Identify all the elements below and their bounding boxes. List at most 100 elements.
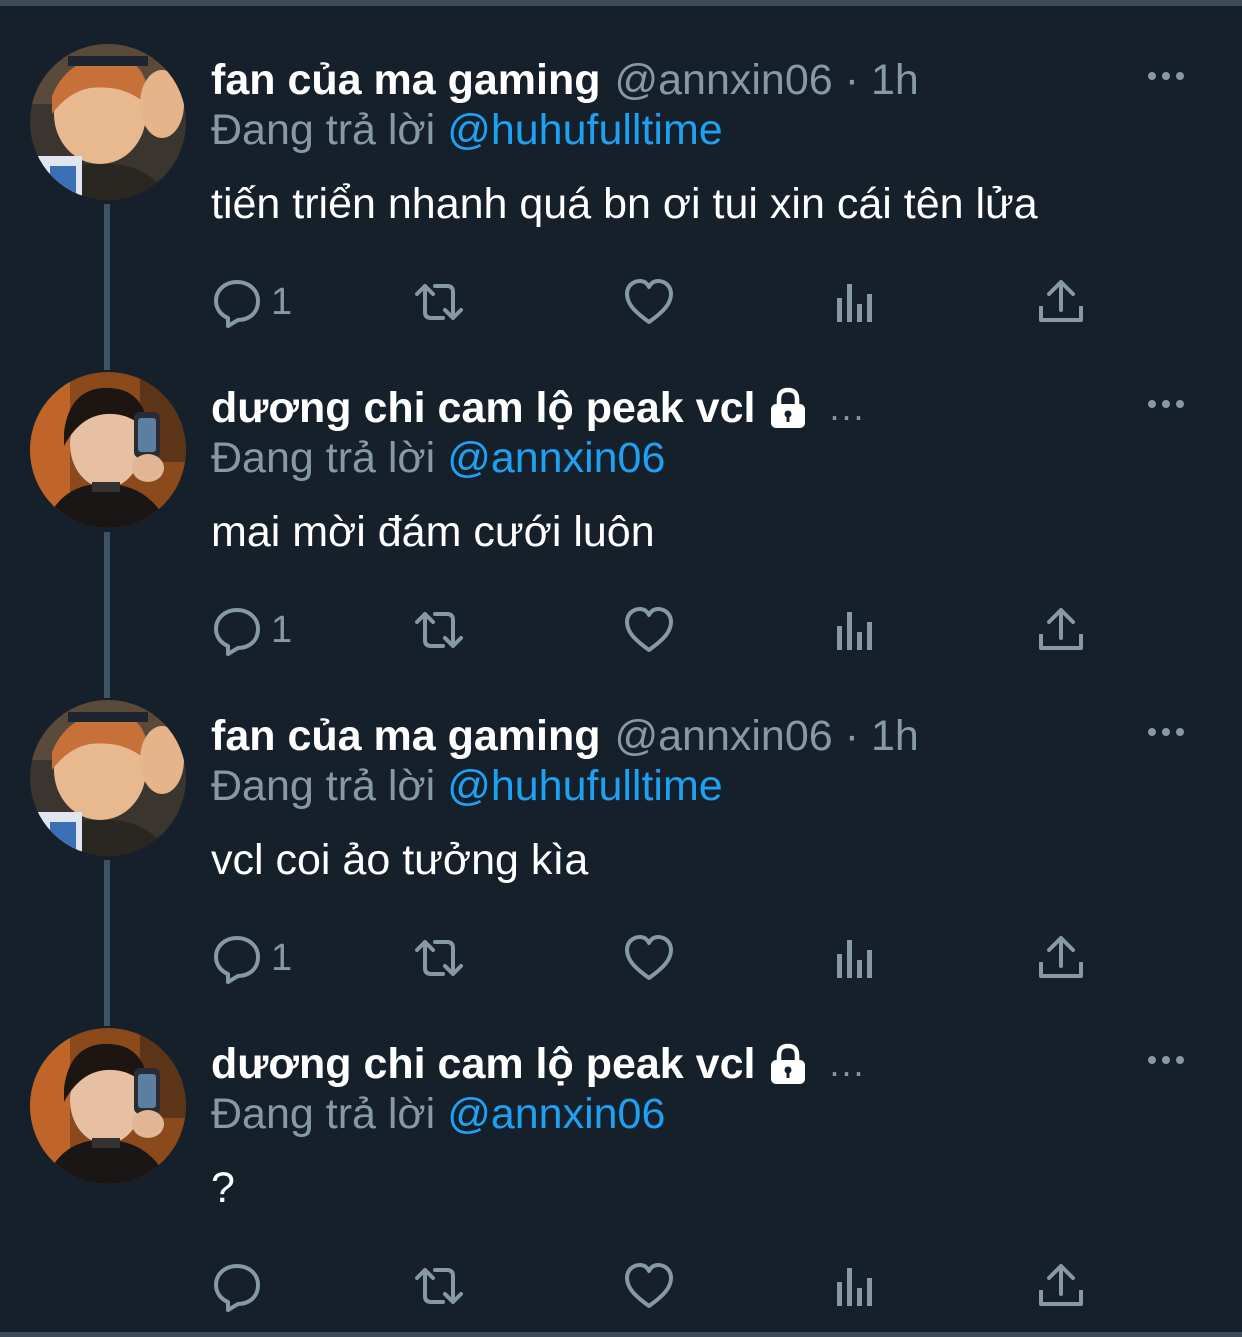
display-name[interactable]: dương chi cam lộ peak vcl [211, 384, 755, 433]
analytics-button[interactable] [829, 272, 881, 332]
like-button[interactable] [623, 928, 675, 988]
heart-icon [625, 1263, 673, 1308]
reply-button[interactable] [211, 1256, 271, 1316]
tweet[interactable]: fan của ma gaming @annxin06 · 1h Đang tr… [0, 662, 1242, 990]
retweet-button[interactable] [413, 272, 465, 332]
reply-icon [214, 608, 260, 656]
heart-icon [625, 935, 673, 980]
more-icon[interactable] [1146, 720, 1186, 744]
tweet-header: fan của ma gaming @annxin06 · 1h [211, 48, 919, 112]
analytics-button[interactable] [829, 600, 881, 660]
reply-button[interactable]: 1 [211, 272, 292, 332]
thread-connector-line [104, 990, 110, 1026]
share-icon [1039, 280, 1083, 322]
share-icon [1039, 1264, 1083, 1306]
tweet-header: dương chi cam lộ peak vcl ... [211, 1032, 865, 1096]
replying-to-label: Đang trả lời [211, 434, 436, 482]
tweet-text: vcl coi ảo tưởng kìa [211, 836, 589, 884]
timestamp[interactable]: 1h [871, 56, 919, 105]
tweet[interactable]: fan của ma gaming @annxin06 · 1h Đang tr… [0, 6, 1242, 334]
retweet-button[interactable] [413, 1256, 465, 1316]
retweet-icon [415, 1268, 463, 1304]
tweet-actions: 1 [211, 600, 1111, 660]
tweet-text: mai mời đám cưới luôn [211, 508, 655, 556]
truncated-header: ... [829, 1043, 866, 1084]
replying-to-link[interactable]: @annxin06 [447, 434, 665, 482]
tweet-header: dương chi cam lộ peak vcl ... [211, 376, 865, 440]
replying-to-link[interactable]: @huhufulltime [447, 762, 723, 810]
reply-count: 1 [271, 280, 293, 323]
replying-to-label: Đang trả lời [211, 762, 436, 810]
share-button[interactable] [1035, 272, 1087, 332]
tweet-actions: 1 [211, 928, 1111, 988]
retweet-icon [415, 940, 463, 976]
share-icon [1039, 608, 1083, 650]
more-icon[interactable] [1146, 1048, 1186, 1072]
analytics-icon [837, 940, 872, 978]
bottom-border [0, 1332, 1242, 1337]
avatar[interactable] [30, 1028, 186, 1184]
reply-count: 1 [271, 936, 293, 979]
avatar[interactable] [30, 372, 186, 528]
heart-icon [625, 607, 673, 652]
replying-to-label: Đang trả lời [211, 1090, 436, 1138]
analytics-icon [837, 612, 872, 650]
thread-connector-line [104, 334, 110, 370]
tweet-text: ? [211, 1164, 235, 1212]
more-icon[interactable] [1146, 64, 1186, 88]
reply-icon [214, 936, 260, 984]
timestamp[interactable]: 1h [871, 712, 919, 761]
reply-thread: fan của ma gaming @annxin06 · 1h Đang tr… [0, 6, 1242, 1319]
reply-icon [214, 1264, 260, 1312]
replying-to: Đang trả lời @annxin06 [211, 434, 665, 483]
share-button[interactable] [1035, 600, 1087, 660]
heart-icon [625, 279, 673, 324]
display-name[interactable]: dương chi cam lộ peak vcl [211, 1040, 755, 1089]
thread-connector-line [104, 532, 110, 662]
separator-dot: · [844, 711, 860, 760]
replying-to-label: Đang trả lời [211, 106, 436, 154]
reply-button[interactable]: 1 [211, 600, 292, 660]
lock-icon [765, 1041, 811, 1087]
tweet-actions: 1 [211, 272, 1111, 332]
more-icon[interactable] [1146, 392, 1186, 416]
tweet-header: fan của ma gaming @annxin06 · 1h [211, 704, 919, 768]
share-button[interactable] [1035, 928, 1087, 988]
username-handle[interactable]: @annxin06 [614, 712, 832, 761]
tweet[interactable]: dương chi cam lộ peak vcl ... Đang trả l… [0, 334, 1242, 662]
retweet-button[interactable] [413, 600, 465, 660]
display-name[interactable]: fan của ma gaming [211, 56, 600, 105]
avatar[interactable] [30, 44, 186, 200]
replying-to: Đang trả lời @annxin06 [211, 1090, 665, 1139]
avatar[interactable] [30, 700, 186, 856]
analytics-button[interactable] [829, 928, 881, 988]
like-button[interactable] [623, 272, 675, 332]
like-button[interactable] [623, 600, 675, 660]
display-name[interactable]: fan của ma gaming [211, 712, 600, 761]
tweet[interactable]: dương chi cam lộ peak vcl ... Đang trả l… [0, 990, 1242, 1319]
like-button[interactable] [623, 1256, 675, 1316]
separator-dot: · [844, 55, 860, 104]
replying-to-link[interactable]: @annxin06 [447, 1090, 665, 1138]
tweet-text: tiến triển nhanh quá bn ơi tui xin cái t… [211, 180, 1038, 228]
retweet-icon [415, 612, 463, 648]
username-handle[interactable]: @annxin06 [614, 56, 832, 105]
replying-to: Đang trả lời @huhufulltime [211, 762, 723, 811]
replying-to: Đang trả lời @huhufulltime [211, 106, 723, 155]
thread-connector-line [104, 860, 110, 990]
reply-count: 1 [271, 608, 293, 651]
thread-connector-line [104, 204, 110, 334]
analytics-icon [837, 1268, 872, 1306]
lock-icon [765, 385, 811, 431]
share-icon [1039, 936, 1083, 978]
retweet-icon [415, 284, 463, 320]
tweet-actions [211, 1256, 1111, 1316]
reply-icon [214, 280, 260, 328]
analytics-button[interactable] [829, 1256, 881, 1316]
share-button[interactable] [1035, 1256, 1087, 1316]
reply-button[interactable]: 1 [211, 928, 292, 988]
truncated-header: ... [829, 387, 866, 428]
replying-to-link[interactable]: @huhufulltime [447, 106, 723, 154]
retweet-button[interactable] [413, 928, 465, 988]
thread-connector-line [104, 662, 110, 698]
